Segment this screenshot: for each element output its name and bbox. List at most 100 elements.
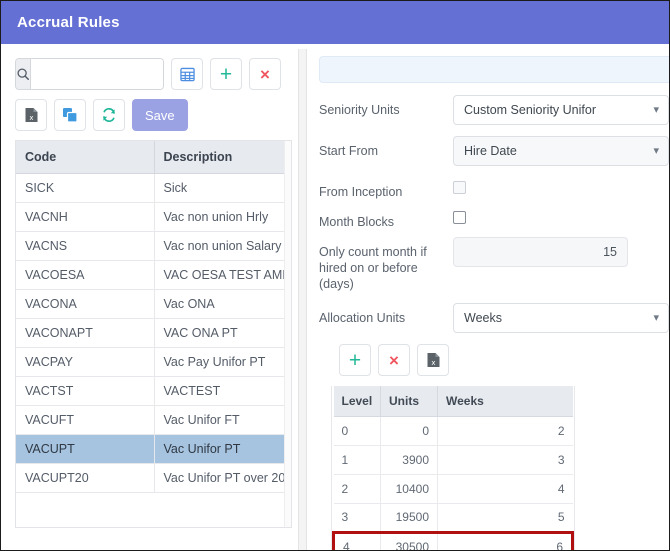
table-row[interactable]: VACTST VACTEST	[16, 376, 291, 406]
table-row[interactable]: VACUPT20 Vac Unifor PT over 20	[16, 463, 291, 493]
cell-description: VACTEST	[154, 376, 291, 406]
cell-description: VAC ONA PT	[154, 318, 291, 348]
code-grid[interactable]: Code Description SICK Sick VACNH Vac non…	[15, 140, 292, 528]
plus-icon: +	[348, 348, 362, 372]
table-row[interactable]: VACPAY Vac Pay Unifor PT	[16, 347, 291, 377]
level-row[interactable]: 2 10400 4	[333, 474, 573, 504]
left-toolbar-top: + ×	[15, 58, 298, 90]
field-from-inception: From Inception	[319, 177, 669, 200]
level-grid-toolbar: + × x	[339, 344, 669, 376]
column-header-weeks[interactable]: Weeks	[437, 386, 573, 417]
chevron-down-icon: ▾	[653, 311, 659, 324]
level-row[interactable]: 1 3900 3	[333, 445, 573, 475]
allocation-units-select[interactable]: Weeks ▾	[453, 303, 669, 333]
refresh-icon	[101, 107, 117, 123]
column-header-code[interactable]: Code	[16, 141, 155, 174]
cell-units: 3900	[380, 445, 438, 475]
cell-level: 4	[332, 530, 381, 550]
svg-text:x: x	[29, 114, 33, 122]
panel-splitter[interactable]	[298, 49, 307, 550]
chevron-down-icon: ▾	[653, 144, 659, 157]
level-row[interactable]: 0 0 2	[333, 416, 573, 446]
left-panel: + × x Save Code Description SICK Sick VA…	[1, 44, 298, 550]
refresh-button[interactable]	[93, 99, 125, 131]
table-row[interactable]: VACONAPT VAC ONA PT	[16, 318, 291, 348]
grid-icon	[179, 67, 195, 82]
column-header-description[interactable]: Description	[154, 141, 291, 174]
cell-weeks: 6	[437, 530, 574, 550]
table-row[interactable]: VACUFT Vac Unifor FT	[16, 405, 291, 435]
grid-view-button[interactable]	[171, 58, 203, 90]
allocation-units-value: Weeks	[464, 311, 502, 325]
cross-icon: ×	[260, 64, 270, 84]
table-row[interactable]: VACOESA VAC OESA TEST AMIE	[16, 260, 291, 290]
from-inception-checkbox[interactable]	[453, 181, 466, 194]
label-only-count-month: Only count month if hired on or before (…	[319, 245, 427, 291]
cell-code: VACPAY	[16, 347, 155, 377]
cell-description: Vac non union Salary	[154, 231, 291, 261]
start-from-select[interactable]: Hire Date ▾	[453, 136, 669, 166]
label-month-blocks: Month Blocks	[319, 215, 395, 229]
label-from-inception: From Inception	[319, 185, 403, 199]
cell-description: Vac Unifor PT over 20	[154, 463, 291, 493]
cell-code: SICK	[16, 173, 155, 203]
column-header-level[interactable]: Level	[333, 386, 381, 417]
month-blocks-checkbox[interactable]	[453, 211, 466, 224]
cell-weeks: 4	[437, 474, 573, 504]
cell-code: VACUPT20	[16, 463, 155, 493]
table-row-selected[interactable]: VACUPT Vac Unifor PT	[16, 434, 291, 464]
seniority-units-value: Custom Seniority Unifor	[464, 103, 596, 117]
cell-weeks: 3	[437, 445, 573, 475]
field-month-blocks: Month Blocks	[319, 207, 669, 230]
level-row[interactable]: 3 19500 5	[333, 503, 573, 533]
main-content: + × x Save Code Description SICK Sick VA…	[1, 44, 669, 550]
cross-icon: ×	[389, 350, 399, 370]
copy-button[interactable]	[54, 99, 86, 131]
cell-weeks: 2	[437, 416, 573, 446]
only-count-month-input[interactable]	[453, 237, 628, 267]
add-button[interactable]: +	[210, 58, 242, 90]
excel-icon: x	[426, 352, 441, 368]
export-excel-button[interactable]: x	[15, 99, 47, 131]
excel-icon: x	[24, 107, 39, 123]
search-combo[interactable]	[15, 58, 164, 90]
cell-code: VACNH	[16, 202, 155, 232]
selected-code-banner[interactable]	[319, 56, 669, 83]
start-from-value: Hire Date	[464, 144, 517, 158]
chevron-down-icon: ▾	[653, 103, 659, 116]
seniority-units-select[interactable]: Custom Seniority Unifor ▾	[453, 95, 669, 125]
search-input[interactable]	[31, 59, 163, 89]
code-grid-scrollbar[interactable]	[284, 141, 291, 527]
cell-code: VACONAPT	[16, 318, 155, 348]
cell-description: Vac Pay Unifor PT	[154, 347, 291, 377]
cell-code: VACUPT	[16, 434, 155, 464]
cell-units: 30500	[380, 530, 438, 550]
cell-code: VACONA	[16, 289, 155, 319]
cell-code: VACTST	[16, 376, 155, 406]
label-allocation-units: Allocation Units	[319, 311, 406, 325]
table-row[interactable]: VACNH Vac non union Hrly	[16, 202, 291, 232]
table-row[interactable]: VACNS Vac non union Salary	[16, 231, 291, 261]
accrual-rules-window: Accrual Rules + × x Save Code Descriptio…	[0, 0, 670, 551]
level-row-highlighted[interactable]: 4 30500 6	[332, 530, 574, 550]
level-grid[interactable]: Level Units Weeks 0 0 2 1 3900 3 2 10400…	[331, 386, 575, 550]
svg-text:x: x	[431, 359, 435, 367]
export-level-excel-button[interactable]: x	[417, 344, 449, 376]
field-seniority-units: Seniority Units Custom Seniority Unifor …	[319, 95, 669, 125]
cell-code: VACNS	[16, 231, 155, 261]
cell-code: VACUFT	[16, 405, 155, 435]
delete-button[interactable]: ×	[249, 58, 281, 90]
label-seniority-units: Seniority Units	[319, 103, 400, 117]
add-level-button[interactable]: +	[339, 344, 371, 376]
delete-level-button[interactable]: ×	[378, 344, 410, 376]
copy-icon	[62, 107, 78, 123]
table-row[interactable]: VACONA Vac ONA	[16, 289, 291, 319]
save-button[interactable]: Save	[132, 99, 188, 131]
left-toolbar-bottom: x Save	[15, 99, 298, 131]
column-header-units[interactable]: Units	[380, 386, 438, 417]
cell-code: VACOESA	[16, 260, 155, 290]
table-row[interactable]: SICK Sick	[16, 173, 291, 203]
cell-units: 10400	[380, 474, 438, 504]
field-start-from: Start From Hire Date ▾	[319, 136, 669, 166]
cell-units: 19500	[380, 503, 438, 533]
